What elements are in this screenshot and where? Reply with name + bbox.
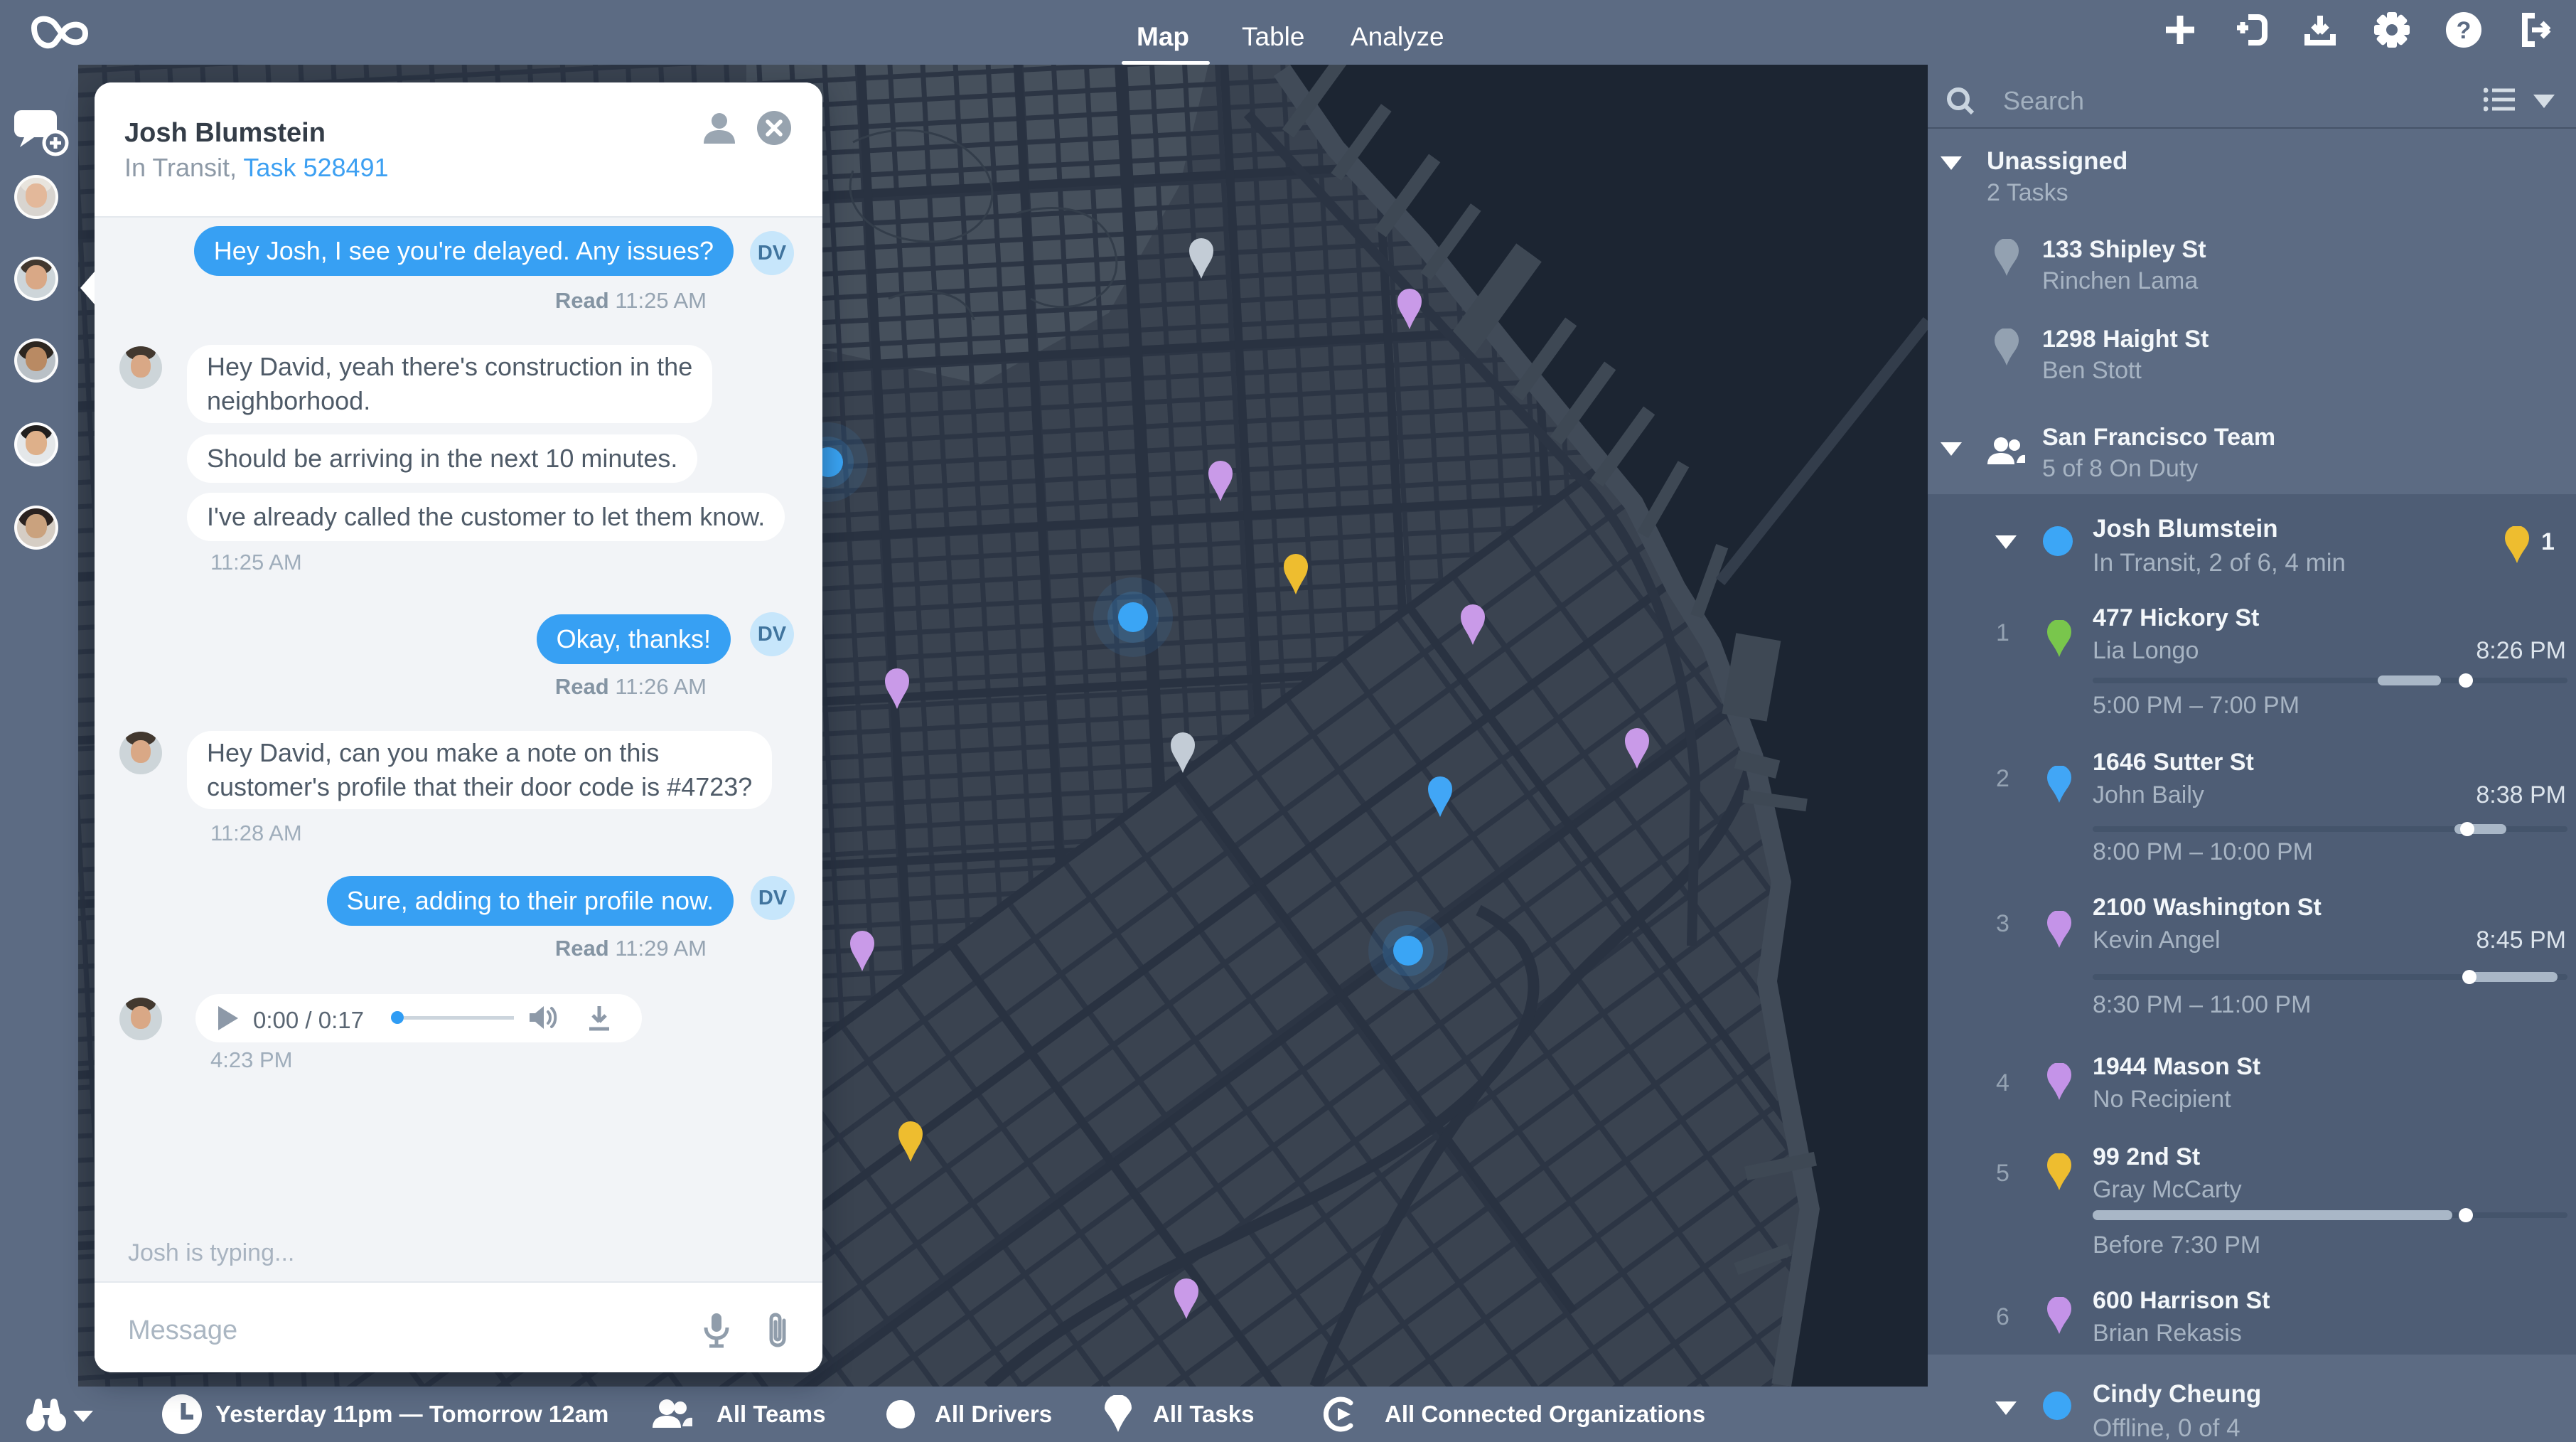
svg-text:?: ? bbox=[2457, 17, 2472, 44]
